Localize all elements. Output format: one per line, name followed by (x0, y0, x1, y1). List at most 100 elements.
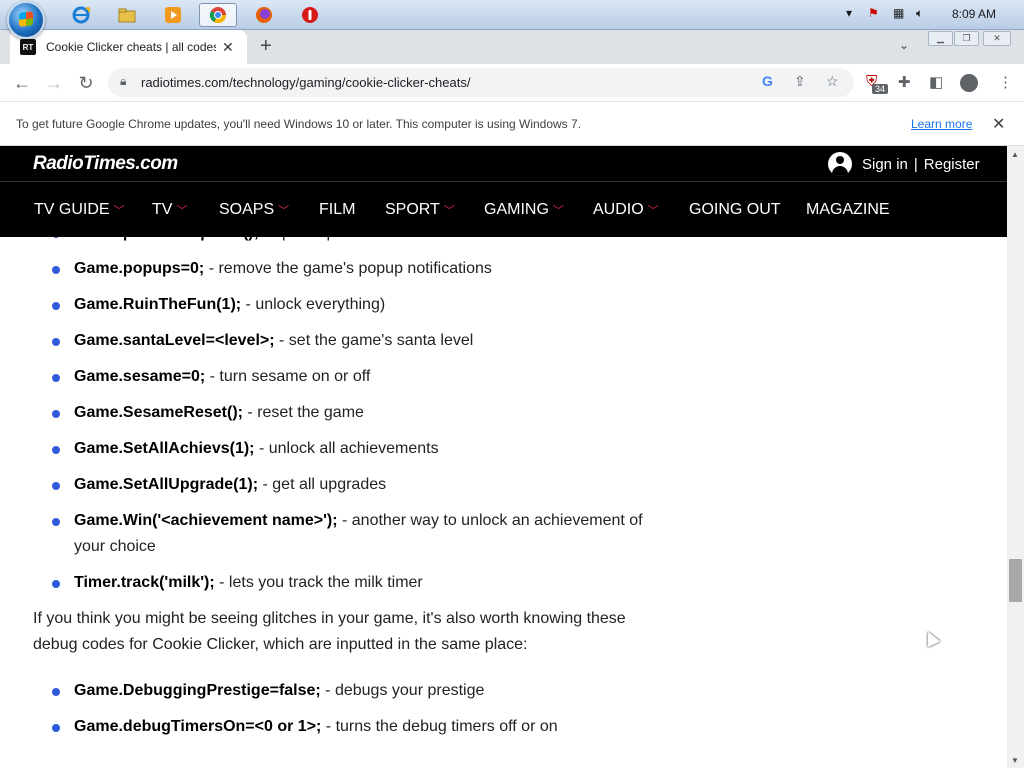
user-icon[interactable] (828, 152, 852, 176)
ie-icon[interactable] (62, 3, 100, 27)
nav-tv[interactable]: TV ﹀ (152, 201, 187, 219)
list-item: Game.SesameReset(); - reset the game (33, 400, 663, 426)
google-lens-icon[interactable]: G (762, 73, 773, 89)
code-text: Game.SesameReset(); (74, 404, 243, 421)
close-window-button[interactable]: ✕ (983, 31, 1011, 46)
nav-audio[interactable]: AUDIO ﹀ (593, 201, 659, 219)
list-item: Game.Win('<achievement name>'); - anothe… (33, 508, 663, 560)
code-description: - lets you track the milk timer (214, 574, 423, 591)
back-button[interactable]: ← (10, 71, 34, 95)
extensions-puzzle-icon[interactable]: ✚ (898, 73, 911, 91)
code-text: Game.popups=0; (74, 260, 205, 277)
learn-more-link[interactable]: Learn more (911, 117, 972, 131)
separator: | (913, 155, 918, 173)
opera-icon[interactable] (291, 3, 329, 27)
code-text: Game.sesame=0; (74, 368, 206, 385)
windows-taskbar: ▾ ⚑ ▦ 🔈︎ 8:09 AM (0, 0, 1024, 39)
chevron-down-icon: ﹀ (278, 205, 290, 217)
article-paragraph: If you think you might be seeing glitche… (33, 610, 626, 653)
address-bar[interactable]: 🔒︎ radiotimes.com/technology/gaming/cook… (108, 68, 854, 97)
code-text: Game.Win('<achievement name>'); (74, 512, 338, 529)
tab-cookie-clicker[interactable]: RT Cookie Clicker cheats | all codes ✕ (10, 30, 247, 64)
code-description: - unlock everything) (241, 296, 386, 313)
nav-gaming[interactable]: GAMING ﹀ (484, 201, 564, 219)
restore-button[interactable]: ❐ (954, 31, 979, 46)
chevron-down-icon: ﹀ (443, 205, 455, 217)
radiotimes-logo[interactable]: RadioTimes.com (33, 153, 178, 175)
url-text[interactable]: radiotimes.com/technology/gaming/cookie-… (141, 75, 470, 90)
list-item: Game.SetAllUpgrade(1); - get all upgrade… (33, 472, 663, 498)
minimize-button[interactable]: ▁ (928, 31, 953, 46)
nav-going-out[interactable]: GOING OUT (689, 201, 781, 219)
register-link[interactable]: Register (924, 156, 980, 173)
site-header: RadioTimes.com Sign in | Register (0, 146, 1007, 181)
infobar-message: To get future Google Chrome updates, you… (16, 117, 582, 131)
code-text: Game.debugTimersOn=<0 or 1>; (74, 718, 322, 735)
list-item: Game.popups=0; - remove the game's popup… (33, 256, 663, 282)
chrome-icon[interactable] (199, 3, 237, 27)
sign-in-link[interactable]: Sign in (862, 156, 908, 173)
chevron-down-icon: ﹀ (552, 205, 564, 217)
page-scrollbar[interactable]: ▲ ▼ (1007, 146, 1024, 768)
list-item: Game.debugTimersOn=<0 or 1>; - turns the… (33, 714, 663, 740)
code-description: - remove the game's popup notifications (204, 260, 492, 277)
close-infobar-icon[interactable]: ✕ (992, 114, 1005, 134)
chevron-down-icon: ﹀ (176, 205, 188, 217)
nav-film[interactable]: FILM (319, 201, 355, 219)
profile-avatar-icon[interactable] (960, 74, 978, 92)
tab-strip: RT Cookie Clicker cheats | all codes ✕ +… (0, 30, 1024, 64)
tab-search-icon[interactable]: ⌄ (899, 38, 909, 52)
radiotimes-favicon: RT (20, 39, 36, 55)
tab-title: Cookie Clicker cheats | all codes (46, 40, 216, 54)
clock[interactable]: 8:09 AM (952, 7, 996, 21)
code-description: - debugs your prestige (320, 682, 485, 699)
bookmark-star-icon[interactable]: ☆ (826, 73, 839, 90)
article-body: Game.particlesUpdate(); - update particl… (33, 224, 663, 750)
new-tab-button[interactable]: + (260, 35, 272, 57)
code-text: Game.SetAllAchievs(1); (74, 440, 255, 457)
debug-codes-list: Game.DebuggingPrestige=false; - debugs y… (33, 678, 663, 740)
chevron-down-icon: ﹀ (647, 205, 659, 217)
code-description: - get all upgrades (258, 476, 387, 493)
scroll-down-icon[interactable]: ▼ (1011, 756, 1019, 765)
firefox-icon[interactable] (245, 3, 283, 27)
page-viewport: Game.particlesUpdate(); - update particl… (0, 146, 1024, 768)
list-item: Game.DebuggingPrestige=false; - debugs y… (33, 678, 663, 704)
code-description: - turn sesame on or off (205, 368, 371, 385)
network-icon[interactable]: ▦ (893, 6, 904, 20)
nav-sport[interactable]: SPORT ﹀ (385, 201, 455, 219)
lock-icon[interactable]: 🔒︎ (120, 74, 126, 89)
list-item: Timer.track('milk'); - lets you track th… (33, 570, 663, 596)
nav-soaps[interactable]: SOAPS ﹀ (219, 201, 289, 219)
list-item: Game.RuinTheFun(1); - unlock everything) (33, 292, 663, 318)
chrome-menu-icon[interactable]: ⋮ (998, 73, 1013, 91)
code-description: - reset the game (242, 404, 364, 421)
start-button[interactable] (7, 1, 45, 39)
reload-button[interactable]: ↻ (74, 71, 98, 95)
code-text: Game.DebuggingPrestige=false; (74, 682, 321, 699)
chevron-down-icon: ﹀ (113, 205, 125, 217)
volume-icon[interactable]: 🔈︎ (916, 6, 923, 21)
browser-toolbar: ← → ↻ 🔒︎ radiotimes.com/technology/gamin… (0, 64, 1024, 102)
explorer-icon[interactable] (108, 3, 146, 27)
nav-magazine[interactable]: MAGAZINE (806, 201, 890, 219)
code-description: - turns the debug timers off or on (321, 718, 558, 735)
flag-icon[interactable]: ⚑ (868, 6, 879, 20)
account-area: Sign in | Register (828, 152, 980, 176)
close-tab-icon[interactable]: ✕ (222, 39, 234, 56)
code-description: - unlock all achievements (254, 440, 439, 457)
list-item: Game.SetAllAchievs(1); - unlock all achi… (33, 436, 663, 462)
site-navigation: TV GUIDE ﹀ TV ﹀ SOAPS ﹀ FILM SPORT ﹀ GAMING ﹀… (0, 181, 1007, 237)
list-item: Game.santaLevel=<level>; - set the game'… (33, 328, 663, 354)
media-player-icon[interactable] (154, 3, 192, 27)
scrollbar-thumb[interactable] (1009, 559, 1022, 602)
code-text: Game.SetAllUpgrade(1); (74, 476, 259, 493)
side-panel-icon[interactable]: ◧ (929, 73, 943, 91)
show-hidden-icons-icon[interactable]: ▾ (846, 6, 852, 20)
forward-button[interactable]: → (42, 71, 66, 95)
share-icon[interactable]: ⇪ (794, 73, 806, 90)
code-text: Game.RuinTheFun(1); (74, 296, 242, 313)
nav-tv-guide[interactable]: TV GUIDE ﹀ (34, 201, 125, 219)
scroll-up-icon[interactable]: ▲ (1011, 150, 1019, 159)
update-infobar: To get future Google Chrome updates, you… (0, 102, 1024, 146)
